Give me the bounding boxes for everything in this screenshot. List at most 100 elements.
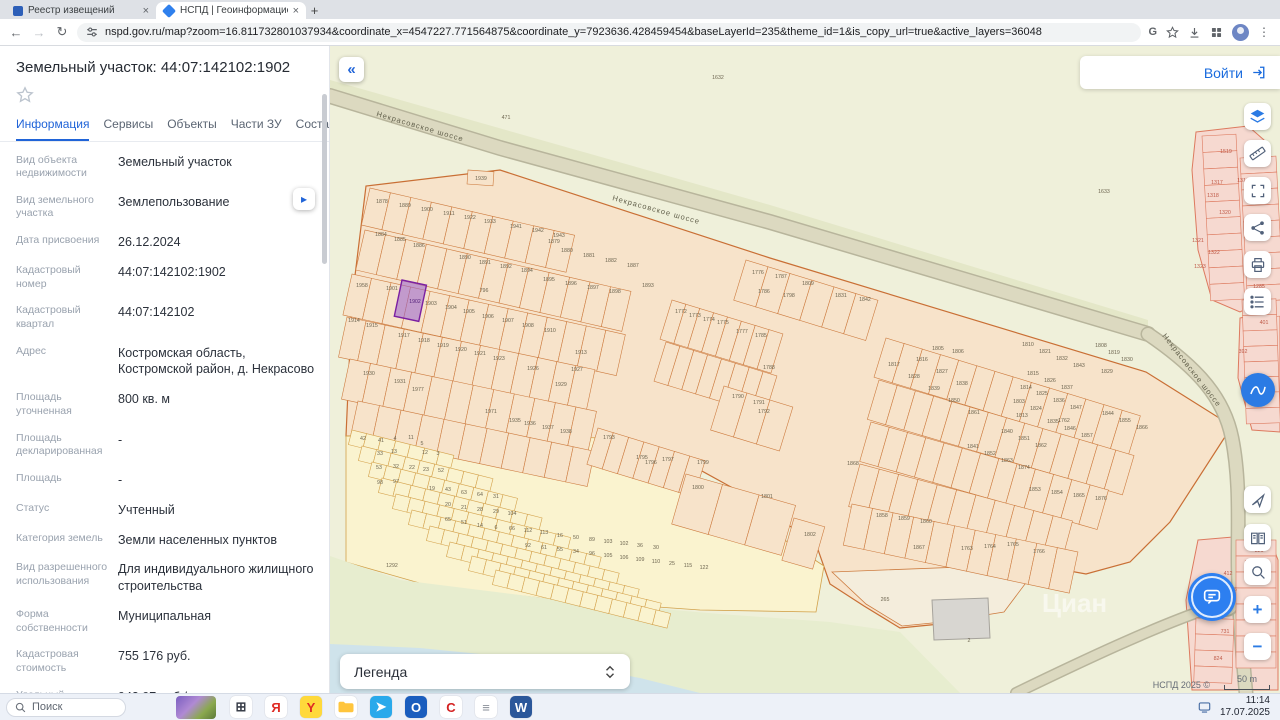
locate-tool-button[interactable]: [1244, 486, 1271, 513]
panel-tab[interactable]: Информация: [16, 117, 90, 141]
share-tool-button[interactable]: [1244, 214, 1271, 241]
profile-avatar[interactable]: [1232, 23, 1249, 41]
svg-text:92: 92: [525, 543, 531, 549]
taskbar-clock[interactable]: 11:14 17.07.2025: [1220, 695, 1270, 720]
tabs-scroll-right-button[interactable]: ▸: [293, 188, 315, 210]
svg-text:1905: 1905: [463, 309, 475, 315]
svg-text:51: 51: [461, 520, 467, 526]
panel-scrollbar[interactable]: [322, 94, 327, 264]
legend-dropdown[interactable]: Легенда: [340, 654, 630, 689]
svg-text:112: 112: [524, 528, 532, 534]
svg-text:1852: 1852: [984, 451, 996, 457]
extensions-icon[interactable]: [1210, 26, 1223, 39]
svg-text:1837: 1837: [1061, 385, 1073, 391]
sketch-tool-button[interactable]: [1241, 373, 1275, 407]
panel-tabs: Информация Сервисы Объекты Части ЗУ Соста: [0, 109, 329, 142]
taskbar-app-mail-app[interactable]: O: [405, 696, 427, 718]
svg-text:1906: 1906: [482, 314, 494, 320]
legend-tool-button[interactable]: [1244, 524, 1271, 551]
bookmark-star-icon[interactable]: [1166, 25, 1179, 39]
tab-close-icon[interactable]: ×: [143, 5, 149, 17]
svg-text:1317: 1317: [1211, 180, 1223, 186]
taskbar-app-yandex[interactable]: Y: [300, 696, 322, 718]
ruler-tool-button[interactable]: [1244, 140, 1271, 167]
svg-text:1929: 1929: [555, 382, 567, 388]
taskbar-tray: 11:14 17.07.2025: [1198, 695, 1274, 720]
browser-tab-nspd[interactable]: НСПД | Геоинформационный п ×: [156, 2, 306, 19]
svg-text:1801: 1801: [761, 494, 773, 500]
downloads-icon[interactable]: [1188, 26, 1201, 39]
svg-text:109: 109: [636, 557, 645, 563]
panel-tab[interactable]: Части ЗУ: [231, 117, 282, 141]
svg-text:1763: 1763: [961, 546, 973, 552]
panel-tab[interactable]: Сервисы: [103, 117, 153, 141]
svg-text:1887: 1887: [627, 263, 639, 269]
site-info-icon[interactable]: [86, 26, 98, 38]
svg-text:1863: 1863: [1001, 458, 1013, 464]
svg-text:1827: 1827: [936, 369, 948, 375]
taskbar-app-telegram[interactable]: ➤: [370, 696, 392, 718]
svg-text:1854: 1854: [1051, 490, 1063, 496]
svg-text:104: 104: [508, 511, 517, 517]
svg-text:1880: 1880: [561, 248, 573, 254]
panel-fields: Вид объекта недвижимости Земельный участо…: [0, 142, 329, 694]
translate-icon[interactable]: G: [1148, 26, 1157, 38]
word-icon: W: [514, 699, 528, 715]
taskbar-app-file-explorer[interactable]: [335, 696, 357, 718]
zoom-in-button[interactable]: +: [1244, 596, 1271, 623]
svg-text:63: 63: [461, 490, 467, 496]
browser-menu-icon[interactable]: ⋮: [1258, 25, 1270, 39]
map-area[interactable]: 1902 1632 471 1633 1939 1878 1889 1900 1911 1922 1…: [330, 46, 1280, 693]
new-tab-button[interactable]: +: [306, 2, 323, 19]
svg-text:1847: 1847: [1070, 405, 1082, 411]
tray-message-icon[interactable]: [1198, 701, 1211, 714]
taskbar-app-notes-app[interactable]: ≡: [475, 696, 497, 718]
svg-text:1774: 1774: [703, 317, 715, 323]
svg-text:1933: 1933: [484, 219, 496, 225]
area-measure-tool-button[interactable]: [1244, 177, 1271, 204]
svg-text:102: 102: [620, 541, 629, 547]
svg-text:1867: 1867: [913, 545, 925, 551]
forward-button[interactable]: →: [31, 25, 47, 40]
svg-text:1879: 1879: [548, 239, 560, 245]
reload-button[interactable]: ↻: [54, 24, 70, 40]
browser-tab-registry[interactable]: Реестр извещений ×: [6, 2, 156, 19]
print-tool-button[interactable]: [1244, 251, 1271, 278]
layers-tool-button[interactable]: [1244, 103, 1271, 130]
svg-text:1318: 1318: [1207, 193, 1219, 199]
taskbar-app-apps-grid[interactable]: ⊞: [230, 696, 252, 718]
svg-text:1858: 1858: [876, 513, 888, 519]
svg-text:16: 16: [557, 533, 563, 539]
svg-text:1775: 1775: [717, 320, 729, 326]
support-chat-button[interactable]: [1188, 573, 1236, 621]
svg-text:28: 28: [477, 507, 483, 513]
taskbar-search[interactable]: Поиск: [6, 697, 126, 717]
field-value: -: [118, 472, 123, 487]
field-value: 26.12.2024: [118, 235, 181, 250]
taskbar-app-c-app[interactable]: C: [440, 696, 462, 718]
login-bar[interactable]: Войти: [1080, 56, 1280, 89]
panel-tab[interactable]: Объекты: [167, 117, 217, 141]
tab-close-icon[interactable]: ×: [293, 5, 299, 17]
objects-list-tool-button[interactable]: [1244, 288, 1271, 315]
svg-text:1798: 1798: [783, 293, 795, 299]
taskbar-widget-thumbnail[interactable]: [176, 695, 216, 719]
collapse-panel-button[interactable]: «: [339, 57, 364, 82]
taskbar-app-yandex-browser[interactable]: Я: [265, 696, 287, 718]
search-area-tool-button[interactable]: [1244, 558, 1271, 585]
svg-text:20: 20: [445, 502, 451, 508]
svg-text:1766: 1766: [1033, 549, 1045, 555]
svg-text:25: 25: [669, 561, 675, 567]
favorite-star-icon[interactable]: [16, 86, 34, 104]
back-button[interactable]: ←: [8, 25, 24, 40]
svg-text:1797: 1797: [662, 457, 674, 463]
svg-text:97: 97: [393, 479, 399, 485]
svg-text:1773: 1773: [689, 313, 701, 319]
zoom-out-button[interactable]: −: [1244, 633, 1271, 660]
map-canvas[interactable]: 1902163247116331939187818891900191119221…: [330, 46, 1280, 693]
svg-text:22: 22: [409, 465, 415, 471]
taskbar-app-word[interactable]: W: [510, 696, 532, 718]
svg-text:1941: 1941: [510, 224, 522, 230]
svg-text:1323: 1323: [1194, 264, 1206, 270]
url-input[interactable]: nspd.gov.ru/map?zoom=16.811732801037934&…: [77, 22, 1142, 42]
